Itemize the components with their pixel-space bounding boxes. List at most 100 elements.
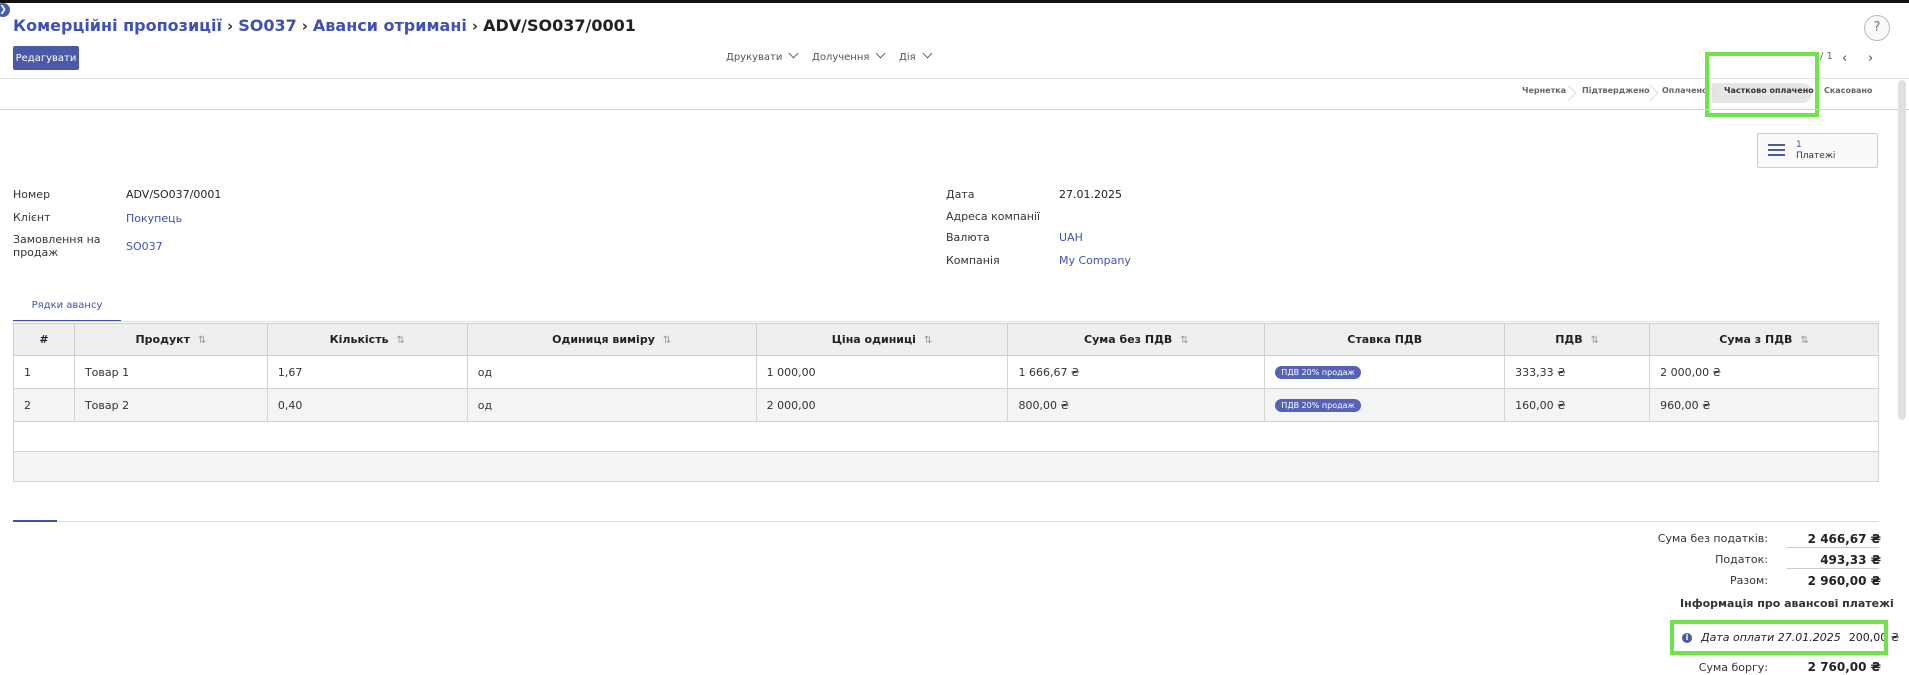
currency-link[interactable]: UAH [1059,231,1083,244]
expand-icon[interactable]: ❯ [0,3,10,17]
col-header-index: # [13,323,75,356]
sort-icon: ⇅ [396,335,405,346]
tax-value: 493,33 ₴ [1820,553,1881,567]
chevron-right-icon[interactable]: › [1868,51,1873,66]
section-divider [13,521,1879,522]
debt-label: Сума боргу: [1698,661,1768,674]
status-arrow-icon [1562,84,1574,102]
status-confirmed[interactable]: Підтверджено [1582,86,1650,100]
cell-quantity: 0,40 [266,388,468,422]
col-header-unit-price[interactable]: Ціна одиниці ⇅ [755,323,1009,356]
header-divider [0,78,1909,79]
untaxed-value: 2 466,67 ₴ [1807,532,1881,546]
sort-icon: ⇅ [197,335,207,346]
col-header-quantity[interactable]: Кількість ⇅ [266,323,468,356]
order-link[interactable]: SO037 [126,240,163,253]
client-link[interactable]: Покупець [126,212,182,225]
chevron-right-icon: › [471,17,479,35]
cell-product: Товар 1 [73,355,268,389]
cell-tax: 333,33 ₴ [1504,355,1651,389]
cell-tax: 160,00 ₴ [1504,388,1651,422]
total-value: 2 960,00 ₴ [1807,574,1881,588]
cell-total: 960,00 ₴ [1649,388,1879,422]
sort-icon: ⇅ [1180,335,1189,346]
total-underline [1786,568,1879,569]
cell-product: Товар 2 [73,388,268,422]
print-label: Друкувати [726,52,783,63]
breadcrumb-item-order[interactable]: SO037 [238,16,297,35]
status-cancelled[interactable]: Скасовано [1824,86,1872,100]
tax-badge: ПДВ 20% продаж [1275,366,1361,379]
action-menu[interactable]: Дія [899,48,933,63]
payment-highlight-box [1670,620,1888,655]
col-header-subtotal[interactable]: Сума без ПДВ ⇅ [1007,323,1266,356]
tab-divider [13,321,1879,322]
status-divider [0,109,1909,110]
cell-uom: од [466,388,757,422]
help-button[interactable]: ? [1864,15,1890,41]
debt-value: 2 760,00 ₴ [1807,660,1881,674]
chevron-down-icon [788,48,799,59]
cell-index: 2 [13,388,75,422]
table-empty-row [13,421,1879,452]
breadcrumb-current: ADV/SO037/0001 [483,16,636,35]
attachments-label: Долучення [812,52,870,63]
client-label: Клієнт [13,211,51,224]
cell-subtotal: 1 666,67 ₴ [1007,355,1266,389]
sort-icon: ⇅ [1800,335,1809,346]
cell-tax-rate: ПДВ 20% продаж [1264,388,1506,422]
chevron-right-icon: › [227,17,234,35]
chevron-down-icon [875,48,886,59]
status-arrow-icon [1644,84,1656,102]
breadcrumb-item-advances[interactable]: Аванси отримані [313,16,467,35]
scrollbar[interactable] [1898,80,1906,420]
top-border [0,0,1909,3]
number-label: Номер [13,188,51,201]
breadcrumb: Комерційні пропозиції › SO037 › Аванси отрим… [13,16,636,35]
company-address-label: Адреса компанії [946,210,1041,223]
sort-icon: ⇅ [662,335,672,346]
chevron-left-icon[interactable]: ‹ [1842,51,1847,66]
table-empty-row [13,451,1879,482]
company-link[interactable]: My Company [1059,254,1131,267]
sort-icon: ⇅ [923,335,933,346]
company-label: Компанія [946,254,1000,267]
total-label: Разом: [1730,574,1768,587]
breadcrumb-item-quotations[interactable]: Комерційні пропозиції [13,16,222,35]
col-header-tax-rate: Ставка ПДВ [1264,323,1506,356]
status-highlight-box [1705,52,1819,117]
cell-quantity: 1,67 [266,355,468,389]
cell-subtotal: 800,00 ₴ [1007,388,1266,422]
col-header-product[interactable]: Продукт ⇅ [73,323,268,356]
untaxed-label: Сума без податків: [1657,532,1768,545]
col-header-tax[interactable]: ПДВ ⇅ [1504,323,1651,356]
col-header-total[interactable]: Сума з ПДВ ⇅ [1649,323,1879,356]
cell-unit-price: 1 000,00 [755,355,1009,389]
col-header-uom[interactable]: Одиниця виміру ⇅ [466,323,757,356]
print-menu[interactable]: Друкувати [726,48,799,63]
total-underline [1786,547,1879,548]
attachments-menu[interactable]: Долучення [812,48,886,63]
edit-button[interactable]: Редагувати [13,46,79,70]
pager-counter: / 1 [1820,51,1833,62]
chevron-down-icon [922,48,933,59]
payments-label: Платежі [1796,151,1836,161]
chevron-right-icon: › [301,17,308,35]
advance-lines-table: # Продукт ⇅ Кількість ⇅ Одиниця виміру ⇅ Ці… [13,323,1879,482]
cell-index: 1 [13,355,75,389]
payments-count: 1 [1796,140,1802,150]
sort-icon: ⇅ [1590,335,1599,346]
table-header-row: # Продукт ⇅ Кількість ⇅ Одиниця виміру ⇅ Ці… [13,323,1879,356]
tab-advance-lines[interactable]: Рядки авансу [13,296,121,322]
number-value: ADV/SO037/0001 [126,188,222,201]
order-label: Замовлення на продаж [13,233,101,259]
payments-smart-button[interactable]: 1 Платежі [1757,133,1878,168]
table-row[interactable]: 2 Товар 2 0,40 од 2 000,00 800,00 ₴ ПДВ … [13,388,1879,422]
currency-label: Валюта [946,231,990,244]
table-row[interactable]: 1 Товар 1 1,67 од 1 000,00 1 666,67 ₴ ПД… [13,355,1879,389]
list-icon [1768,144,1785,158]
cell-total: 2 000,00 ₴ [1649,355,1879,389]
cell-tax-rate: ПДВ 20% продаж [1264,355,1506,389]
action-label: Дія [899,52,916,63]
cell-uom: од [466,355,757,389]
